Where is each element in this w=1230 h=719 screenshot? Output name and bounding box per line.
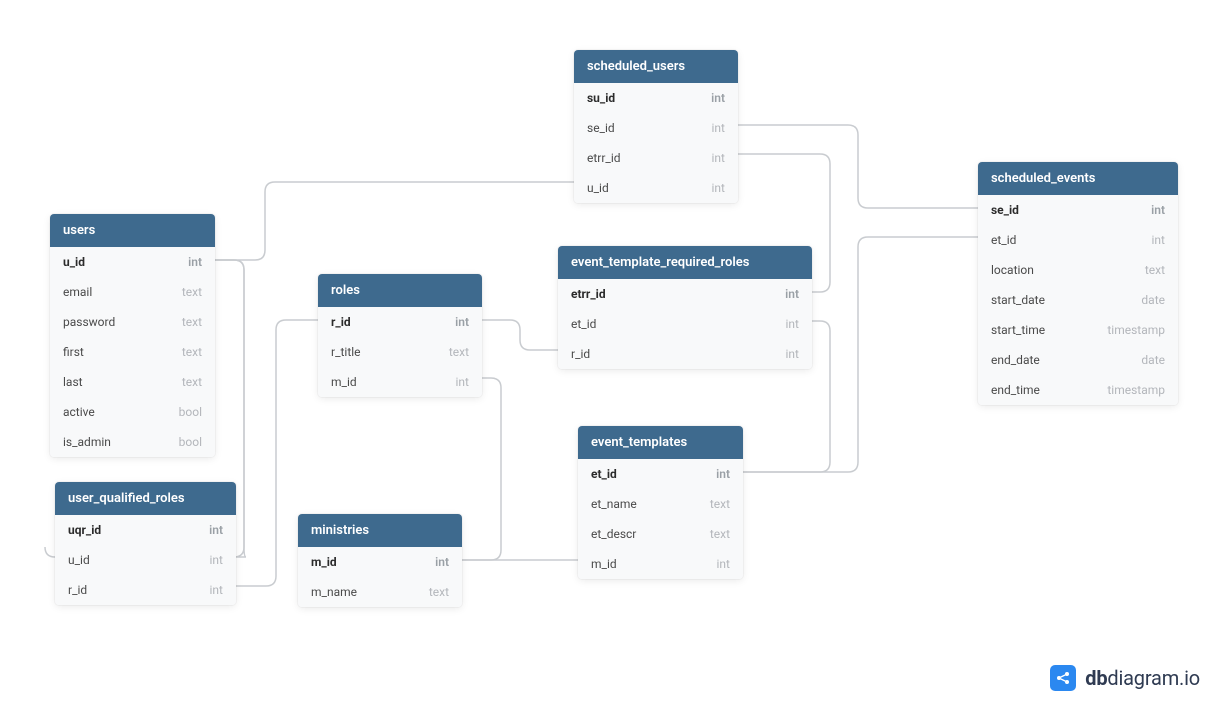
- table-row: activebool: [50, 397, 215, 427]
- table-scheduled-users[interactable]: scheduled_users su_idint se_idint etrr_i…: [574, 50, 738, 203]
- table-header: scheduled_users: [574, 50, 738, 83]
- table-ministries[interactable]: ministries m_idint m_nametext: [298, 514, 462, 607]
- table-row: et_nametext: [578, 489, 743, 519]
- watermark: dbdiagram.io: [1050, 665, 1200, 691]
- table-row: etrr_idint: [574, 143, 738, 173]
- table-row: start_datedate: [978, 285, 1178, 315]
- diagram-canvas[interactable]: users u_idint emailtext passwordtext fir…: [0, 0, 1230, 719]
- table-header: event_template_required_roles: [558, 246, 812, 279]
- table-roles[interactable]: roles r_idint r_titletext m_idint: [318, 274, 482, 397]
- table-row: etrr_idint: [558, 279, 812, 309]
- table-scheduled-events[interactable]: scheduled_events se_idint et_idint locat…: [978, 162, 1178, 405]
- table-row: u_idint: [55, 545, 236, 575]
- table-row: m_idint: [318, 367, 482, 397]
- table-event-template-required-roles[interactable]: event_template_required_roles etrr_idint…: [558, 246, 812, 369]
- table-row: uqr_idint: [55, 515, 236, 545]
- table-row: r_idint: [318, 307, 482, 337]
- table-header: users: [50, 214, 215, 247]
- table-row: m_nametext: [298, 577, 462, 607]
- table-row: et_idint: [578, 459, 743, 489]
- table-header: user_qualified_roles: [55, 482, 236, 515]
- table-row: u_idint: [50, 247, 215, 277]
- table-row: end_timetimestamp: [978, 375, 1178, 405]
- table-row: r_idint: [558, 339, 812, 369]
- table-row: r_idint: [55, 575, 236, 605]
- table-header: event_templates: [578, 426, 743, 459]
- table-row: passwordtext: [50, 307, 215, 337]
- table-row: se_idint: [978, 195, 1178, 225]
- watermark-text: dbdiagram.io: [1085, 666, 1200, 690]
- table-row: lasttext: [50, 367, 215, 397]
- table-row: et_descrtext: [578, 519, 743, 549]
- table-row: u_idint: [574, 173, 738, 203]
- table-row: emailtext: [50, 277, 215, 307]
- table-header: ministries: [298, 514, 462, 547]
- table-row: se_idint: [574, 113, 738, 143]
- table-row: et_idint: [558, 309, 812, 339]
- table-row: et_idint: [978, 225, 1178, 255]
- table-user-qualified-roles[interactable]: user_qualified_roles uqr_idint u_idint r…: [55, 482, 236, 605]
- table-row: locationtext: [978, 255, 1178, 285]
- table-row: firsttext: [50, 337, 215, 367]
- table-row: m_idint: [578, 549, 743, 579]
- share-icon: [1050, 665, 1076, 691]
- table-users[interactable]: users u_idint emailtext passwordtext fir…: [50, 214, 215, 457]
- table-row: r_titletext: [318, 337, 482, 367]
- table-row: start_timetimestamp: [978, 315, 1178, 345]
- table-row: su_idint: [574, 83, 738, 113]
- table-row: end_datedate: [978, 345, 1178, 375]
- table-header: scheduled_events: [978, 162, 1178, 195]
- table-row: m_idint: [298, 547, 462, 577]
- table-header: roles: [318, 274, 482, 307]
- table-event-templates[interactable]: event_templates et_idint et_nametext et_…: [578, 426, 743, 579]
- table-row: is_adminbool: [50, 427, 215, 457]
